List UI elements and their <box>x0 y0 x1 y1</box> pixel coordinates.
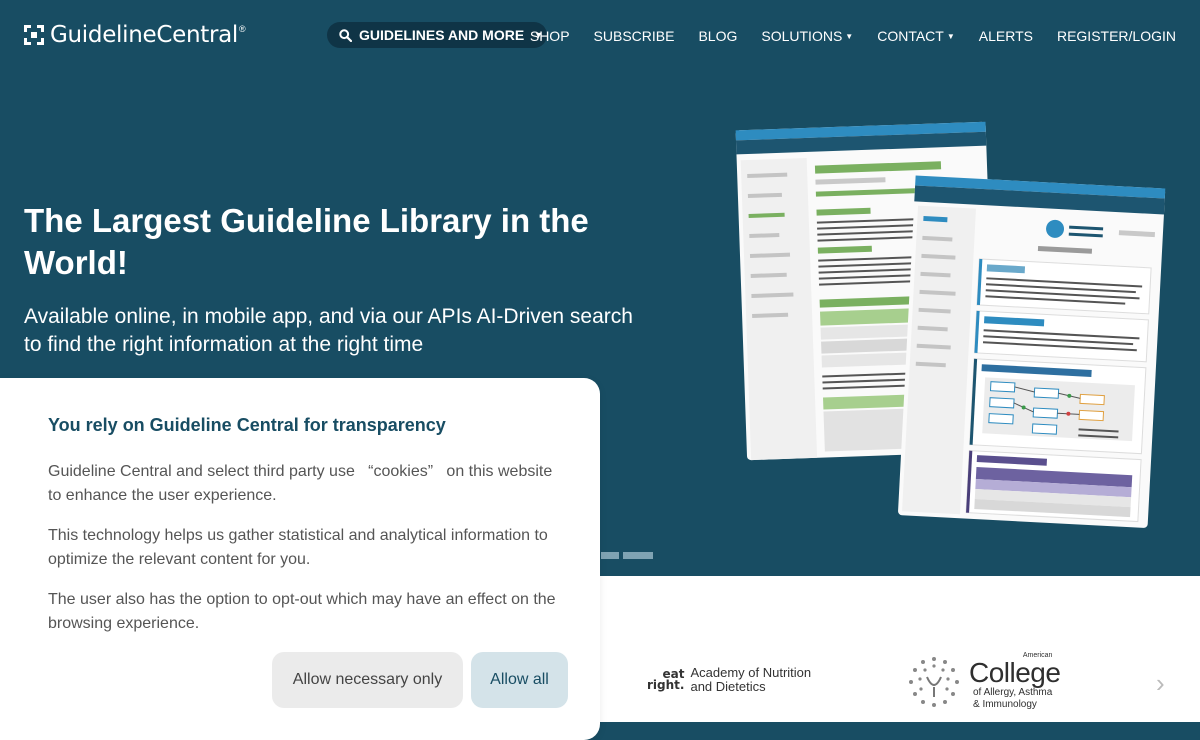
nav-solutions[interactable]: SOLUTIONS ▼ <box>761 28 853 44</box>
chevron-down-icon: ▼ <box>946 32 955 41</box>
carousel-indicators <box>597 552 653 559</box>
guideline-app-illustration <box>735 121 1166 528</box>
site-logo[interactable]: GuidelineCentral ® <box>24 22 246 48</box>
cookie-paragraph-3: The user also has the option to opt-out … <box>48 591 556 632</box>
chevron-right-icon[interactable]: › <box>1156 668 1165 699</box>
hero-subtitle: Available online, in mobile app, and via… <box>24 305 633 356</box>
logo-text: GuidelineCentral <box>50 22 238 48</box>
nav-contact[interactable]: CONTACT ▼ <box>877 28 955 44</box>
cookie-paragraph-2: This technology helps us gather statisti… <box>48 527 548 568</box>
acaai-logo[interactable]: American College of Allergy, Asthma & Im… <box>905 652 1061 711</box>
allow-necessary-button[interactable]: Allow necessary only <box>272 652 463 708</box>
main-nav: SHOP SUBSCRIBE BLOG SOLUTIONS ▼ CONTACT ▼ … <box>506 27 1176 45</box>
cookie-paragraph-1: Guideline Central and select third party… <box>48 463 553 504</box>
nav-shop[interactable]: SHOP <box>530 28 570 44</box>
hero-title: The Largest Guideline Library in the Wor… <box>24 202 589 281</box>
nav-alerts[interactable]: ALERTS <box>979 28 1033 44</box>
acaai-emblem-icon <box>909 656 959 707</box>
logo-registered-mark: ® <box>239 24 246 34</box>
acaai-big-text: College <box>969 657 1061 688</box>
search-label: GUIDELINES AND MORE <box>359 27 525 43</box>
logo-icon <box>24 25 44 45</box>
eatright-line2: and Dietetics <box>690 679 766 694</box>
nav-subscribe[interactable]: SUBSCRIBE <box>594 28 675 44</box>
carousel-dot[interactable] <box>623 552 653 559</box>
acaai-line2: & Immunology <box>973 699 1037 710</box>
nav-register-login[interactable]: REGISTER/LOGIN <box>1057 28 1176 44</box>
acaai-line1: of Allergy, Asthma <box>973 687 1053 698</box>
carousel-dot[interactable] <box>601 552 619 559</box>
eatright-mark: eat right. <box>647 667 685 692</box>
nav-blog[interactable]: BLOG <box>698 28 737 44</box>
search-icon <box>339 28 352 42</box>
cookie-title: You rely on Guideline Central for transp… <box>48 415 446 435</box>
chevron-down-icon: ▼ <box>845 32 854 41</box>
eatright-line1: Academy of Nutrition <box>690 665 812 680</box>
academy-nutrition-logo[interactable]: eat right. Academy of Nutrition and Diet… <box>647 666 811 694</box>
cookie-consent-dialog: You rely on Guideline Central for transp… <box>0 378 600 740</box>
allow-all-button[interactable]: Allow all <box>471 652 568 708</box>
